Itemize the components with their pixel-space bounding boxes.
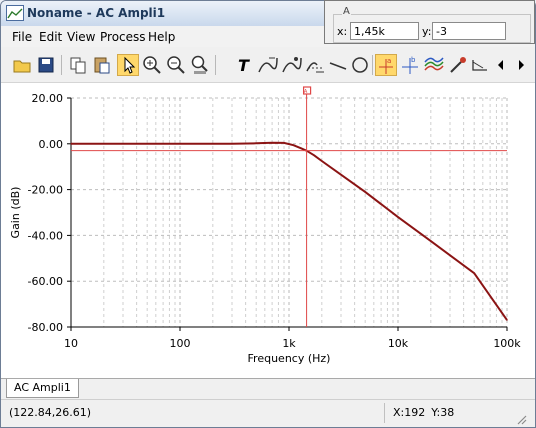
cursor-x-label: x:	[337, 25, 348, 38]
data-point	[364, 191, 366, 193]
scroll-left-icon[interactable]	[495, 54, 507, 76]
cursor-b-icon[interactable]: b	[399, 54, 421, 76]
app-icon	[6, 5, 24, 21]
cursor-x-field[interactable]	[350, 22, 419, 40]
menu-view[interactable]: View	[67, 30, 95, 44]
y-tick-label: -80.00	[28, 321, 63, 334]
resize-grip-icon[interactable]	[515, 413, 527, 425]
toolbar-separator	[372, 55, 373, 75]
line-tool-icon[interactable]	[327, 54, 349, 76]
select-pointer-icon[interactable]	[117, 54, 139, 76]
menu-file[interactable]: File	[12, 30, 32, 44]
zoom-in-icon[interactable]	[141, 54, 163, 76]
x-tick-label: 1k	[282, 337, 296, 350]
bode-plot[interactable]: 20.00 0.00 -20.00 -40.00 -60.00 -80.0010 100 1k…	[1, 83, 535, 378]
y-tick-label: 20.00	[32, 92, 64, 105]
data-point	[506, 319, 508, 321]
copy-icon[interactable]	[67, 54, 89, 76]
data-point	[300, 147, 303, 149]
data-point	[179, 143, 181, 145]
annotate-point-icon[interactable]	[281, 54, 303, 76]
scroll-right-icon[interactable]	[515, 54, 527, 76]
cursor-a-name: A	[304, 89, 308, 95]
toolbar-separator	[61, 55, 62, 75]
y-tick-label: -40.00	[28, 229, 63, 242]
data-point	[271, 142, 273, 144]
menu-edit[interactable]: Edit	[39, 30, 62, 44]
data-point	[397, 216, 399, 218]
svg-text:b: b	[411, 56, 416, 64]
paste-icon[interactable]	[91, 54, 113, 76]
status-x: X:192	[393, 406, 426, 419]
x-tick-label: 100	[170, 337, 191, 350]
cursor-name: A	[342, 6, 351, 17]
cursor-y-field[interactable]	[432, 22, 506, 40]
add-curves-icon[interactable]	[423, 54, 445, 76]
data-point	[321, 160, 323, 162]
toolbar: T a b	[1, 48, 535, 83]
y-tick-label: -60.00	[28, 275, 63, 288]
data-point	[473, 272, 475, 274]
data-point	[340, 174, 342, 176]
data-point	[231, 143, 233, 145]
x-tick-label: 10	[64, 337, 78, 350]
toolbar-separator	[215, 55, 216, 75]
data-point	[292, 144, 295, 146]
save-icon[interactable]	[35, 54, 57, 76]
probe-icon[interactable]	[447, 54, 469, 76]
status-bar: (122.84,26.61) X:192 Y:38	[1, 399, 535, 427]
annotate-level-icon[interactable]	[305, 54, 327, 76]
cursor-y-label: y:	[422, 25, 432, 38]
tab-bar: AC Ampli1	[1, 378, 535, 399]
data-point	[430, 240, 432, 242]
data-point	[255, 142, 257, 144]
menu-process[interactable]: Process	[100, 30, 146, 44]
tab-ac-ampli1[interactable]: AC Ampli1	[6, 379, 79, 398]
cursor-a-icon[interactable]: a	[375, 54, 397, 76]
zoom-full-icon[interactable]	[189, 54, 211, 76]
text-tool-icon[interactable]: T	[233, 54, 255, 76]
slope-icon[interactable]	[469, 54, 491, 76]
window-title: Noname - AC Ampli1	[27, 6, 166, 20]
status-divider	[384, 403, 385, 423]
svg-text:T: T	[238, 56, 250, 75]
data-point	[313, 154, 315, 156]
menu-help[interactable]: Help	[148, 30, 175, 44]
status-y: Y:38	[431, 406, 455, 419]
data-point	[70, 143, 72, 145]
open-icon[interactable]	[11, 54, 33, 76]
svg-text:a: a	[387, 57, 391, 65]
status-coordinates: (122.84,26.61)	[9, 406, 92, 419]
cursor-panel: A x: y:	[324, 0, 535, 44]
x-tick-label: 100k	[493, 337, 521, 350]
app-window: Noname - AC Ampli1 File Edit View Proces…	[0, 0, 536, 428]
status-pixel-readout: X:192 Y:38	[393, 406, 460, 419]
x-tick-label: 10k	[388, 337, 409, 350]
data-point	[283, 142, 285, 144]
y-axis-label: Gain (dB)	[9, 187, 22, 239]
zoom-out-icon[interactable]	[165, 54, 187, 76]
y-tick-label: 0.00	[39, 138, 64, 151]
ellipse-tool-icon[interactable]	[349, 54, 371, 76]
x-axis-label: Frequency (Hz)	[248, 352, 331, 365]
graph-area[interactable]: 20.00 0.00 -20.00 -40.00 -60.00 -80.00 10 100 1k…	[1, 83, 535, 378]
y-tick-label: -20.00	[28, 184, 63, 197]
annotate-curve-icon[interactable]	[257, 54, 279, 76]
